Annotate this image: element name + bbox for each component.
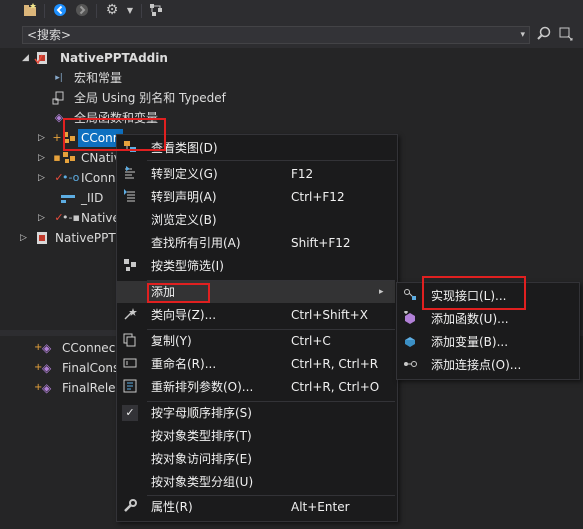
copy-icon	[122, 333, 138, 349]
tree-item-label: _IID	[81, 191, 104, 205]
expand-arrow-icon[interactable]: ▷	[38, 168, 45, 188]
menu-item-goto-declaration[interactable]: 转到声明(A) Ctrl+F12	[117, 186, 395, 208]
method-icon: ◈	[42, 361, 52, 375]
menu-item-sort-access[interactable]: 按对象访问排序(E)	[117, 448, 395, 470]
member-label: FinalRele	[62, 381, 116, 395]
submenu-item-add-connection-point[interactable]: 添加连接点(O)...	[397, 354, 577, 376]
submenu-item-add-function[interactable]: 添加函数(U)...	[397, 308, 577, 330]
tree-item-label: 全局 Using 别名和 Typedef	[74, 91, 226, 105]
tree-item[interactable]: ▸| 宏和常量	[0, 68, 300, 88]
class-wizard-icon	[122, 307, 138, 323]
submenu-item-add-variable[interactable]: 添加变量(B)...	[397, 331, 577, 353]
back-icon[interactable]	[52, 2, 68, 18]
method-icon: ◈	[42, 341, 52, 355]
menu-item-class-wizard[interactable]: 类向导(Z)... Ctrl+Shift+X	[117, 304, 395, 326]
check-icon: ✓	[122, 405, 138, 421]
search-value: <搜索>	[27, 28, 72, 42]
goto-definition-icon	[122, 166, 138, 182]
collapse-arrow-icon[interactable]: ◢	[22, 48, 29, 68]
search-icon[interactable]	[537, 26, 553, 44]
menu-item-peek-definition[interactable]: 浏览定义(B)	[117, 209, 395, 231]
menu-item-properties[interactable]: 属性(R) Alt+Enter	[117, 496, 395, 518]
context-menu: 查看类图(D) 转到定义(G) F12 转到声明(A) Ctrl+F12 浏览定…	[116, 134, 398, 522]
menu-item-filter-by-type[interactable]: 按类型筛选(I)	[117, 255, 395, 277]
annotation-box-implement-interface	[422, 276, 526, 310]
typedef-icon	[52, 91, 66, 105]
tree-item-label: Native	[81, 211, 120, 225]
menu-item-sort-alpha[interactable]: ✓ 按字母顺序排序(S)	[117, 402, 395, 424]
member-label: CConnec	[62, 341, 116, 355]
tree-item-label: NativePPT	[55, 231, 116, 245]
menu-item-sort-type[interactable]: 按对象类型排序(T)	[117, 425, 395, 447]
interface-icon: •-▪	[62, 211, 80, 224]
search-input[interactable]: <搜索> ▾	[22, 26, 530, 44]
search-dropdown-icon[interactable]: ▾	[520, 27, 525, 43]
menu-item-find-all-references[interactable]: 查找所有引用(A) Shift+F12	[117, 232, 395, 254]
expand-arrow-icon[interactable]: ▷	[38, 128, 45, 148]
menu-item-group-type[interactable]: 按对象类型分组(U)	[117, 471, 395, 493]
expand-arrow-icon[interactable]: ▷	[20, 228, 27, 248]
tree-item[interactable]: 全局 Using 别名和 Typedef	[0, 88, 300, 108]
sync-icon[interactable]	[148, 2, 164, 18]
tree-item-label: 宏和常量	[74, 71, 123, 85]
submenu-arrow-icon: ▸	[379, 287, 384, 297]
menu-item-copy[interactable]: 复制(Y) Ctrl+C	[117, 330, 395, 352]
tree-item-project[interactable]: ◢ NativePPTAddin	[0, 48, 300, 68]
reorder-icon	[122, 379, 138, 395]
implement-interface-icon	[402, 288, 418, 304]
menu-item-reorder-parameters[interactable]: 重新排列参数(O)... Ctrl+R, Ctrl+O	[117, 376, 395, 398]
project-icon	[34, 231, 48, 245]
interface-icon: •-o	[62, 171, 80, 184]
new-folder-icon[interactable]	[22, 2, 38, 18]
member-label: FinalCons	[62, 361, 120, 375]
project-icon	[34, 51, 48, 65]
goto-declaration-icon	[122, 189, 138, 205]
project-label: NativePPTAddin	[60, 51, 168, 65]
wrench-icon	[122, 499, 138, 515]
menu-item-rename[interactable]: 重命名(R)... Ctrl+R, Ctrl+R	[117, 353, 395, 375]
tree-item-label: IConn	[81, 171, 116, 185]
add-connection-point-icon	[402, 357, 418, 373]
expand-arrow-icon[interactable]: ▷	[38, 208, 45, 228]
add-variable-icon	[402, 334, 418, 350]
method-icon: ◈	[42, 381, 52, 395]
rename-icon	[122, 356, 138, 372]
search-row: <搜索> ▾	[0, 22, 583, 48]
dropdown-arrow-icon[interactable]: ▼	[122, 2, 138, 18]
annotation-box-selected-class	[63, 118, 166, 151]
settings-icon[interactable]: ⚙	[104, 2, 120, 18]
annotation-box-add-menu	[147, 283, 210, 303]
class-view-toolbar: ⚙ ▼	[0, 0, 583, 22]
macro-icon: ▸|	[55, 73, 63, 83]
class-icon	[62, 151, 76, 165]
add-function-icon	[402, 310, 418, 327]
search-options-icon[interactable]	[558, 26, 576, 44]
filter-type-icon	[122, 258, 138, 274]
expand-arrow-icon[interactable]: ▷	[38, 148, 45, 168]
menu-item-goto-definition[interactable]: 转到定义(G) F12	[117, 163, 395, 185]
struct-icon	[60, 191, 75, 205]
tree-item-label: CNativ	[81, 151, 121, 165]
forward-icon[interactable]	[74, 2, 90, 18]
